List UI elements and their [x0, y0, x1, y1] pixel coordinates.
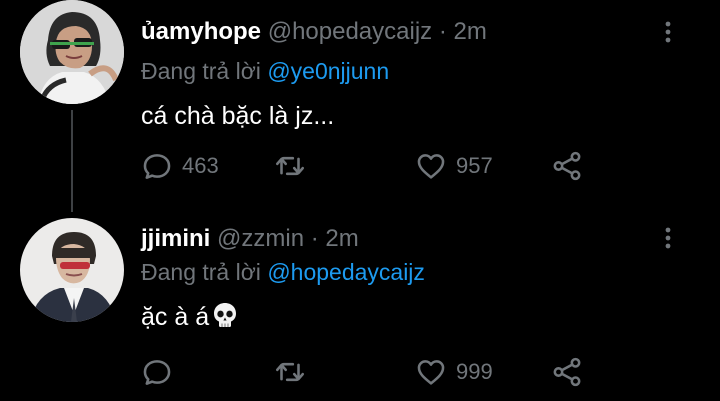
tweet-actions: 463 957: [140, 149, 600, 183]
more-vertical-icon[interactable]: [660, 17, 676, 47]
like-count: 957: [456, 153, 493, 178]
replying-to-handle[interactable]: @ye0njjunn: [267, 58, 389, 84]
more-vertical-icon[interactable]: [660, 223, 676, 253]
tweet-header: ủamyhope @hopedaycaijz · 2m: [141, 17, 487, 47]
heart-icon: [417, 154, 445, 179]
tweet[interactable]: ủamyhope @hopedaycaijz · 2m Đang trả lời…: [0, 0, 720, 212]
retweet-icon: [275, 362, 305, 382]
retweet-button[interactable]: [273, 355, 307, 389]
share-button[interactable]: [550, 149, 584, 183]
avatar[interactable]: [20, 218, 124, 322]
share-icon: [553, 357, 581, 387]
tweet-header: jjimini @zzmin · 2m: [141, 224, 359, 254]
tweet-actions: 999: [140, 355, 600, 389]
replying-to-label: Đang trả lời: [141, 259, 261, 285]
tweet-content: ặc à á: [141, 301, 239, 337]
separator: ·: [310, 225, 319, 252]
thread-connector: [71, 110, 73, 212]
replying-to-label: Đang trả lời: [141, 58, 261, 84]
tweet-text: cá chà bặc là jz...: [141, 102, 335, 130]
share-icon: [553, 151, 581, 181]
avatar[interactable]: [20, 0, 124, 104]
reply-count: 463: [182, 153, 219, 178]
like-count: 999: [456, 359, 493, 384]
like-button[interactable]: 999: [414, 355, 493, 389]
reply-button[interactable]: [140, 355, 174, 389]
retweet-button[interactable]: [273, 149, 307, 183]
display-name[interactable]: ủamyhope: [141, 18, 261, 45]
handle[interactable]: @zzmin: [217, 225, 304, 252]
replying-to: Đang trả lời @hopedaycaijz: [141, 257, 425, 287]
heart-icon: [417, 360, 445, 385]
reply-button[interactable]: 463: [140, 149, 219, 183]
skull-icon: [211, 301, 239, 337]
timestamp[interactable]: 2m: [454, 18, 487, 45]
timestamp[interactable]: 2m: [325, 225, 358, 252]
like-button[interactable]: 957: [414, 149, 493, 183]
reply-icon: [143, 360, 171, 385]
replying-to-handle[interactable]: @hopedaycaijz: [267, 259, 425, 285]
separator: ·: [438, 18, 447, 45]
tweet-text: ặc à á: [141, 303, 210, 331]
tweet[interactable]: jjimini @zzmin · 2m Đang trả lời @hopeda…: [0, 212, 720, 401]
reply-icon: [143, 154, 171, 179]
replying-to: Đang trả lời @ye0njjunn: [141, 56, 389, 86]
share-button[interactable]: [550, 355, 584, 389]
handle[interactable]: @hopedaycaijz: [268, 18, 432, 45]
retweet-icon: [275, 156, 305, 176]
display-name[interactable]: jjimini: [141, 225, 210, 252]
